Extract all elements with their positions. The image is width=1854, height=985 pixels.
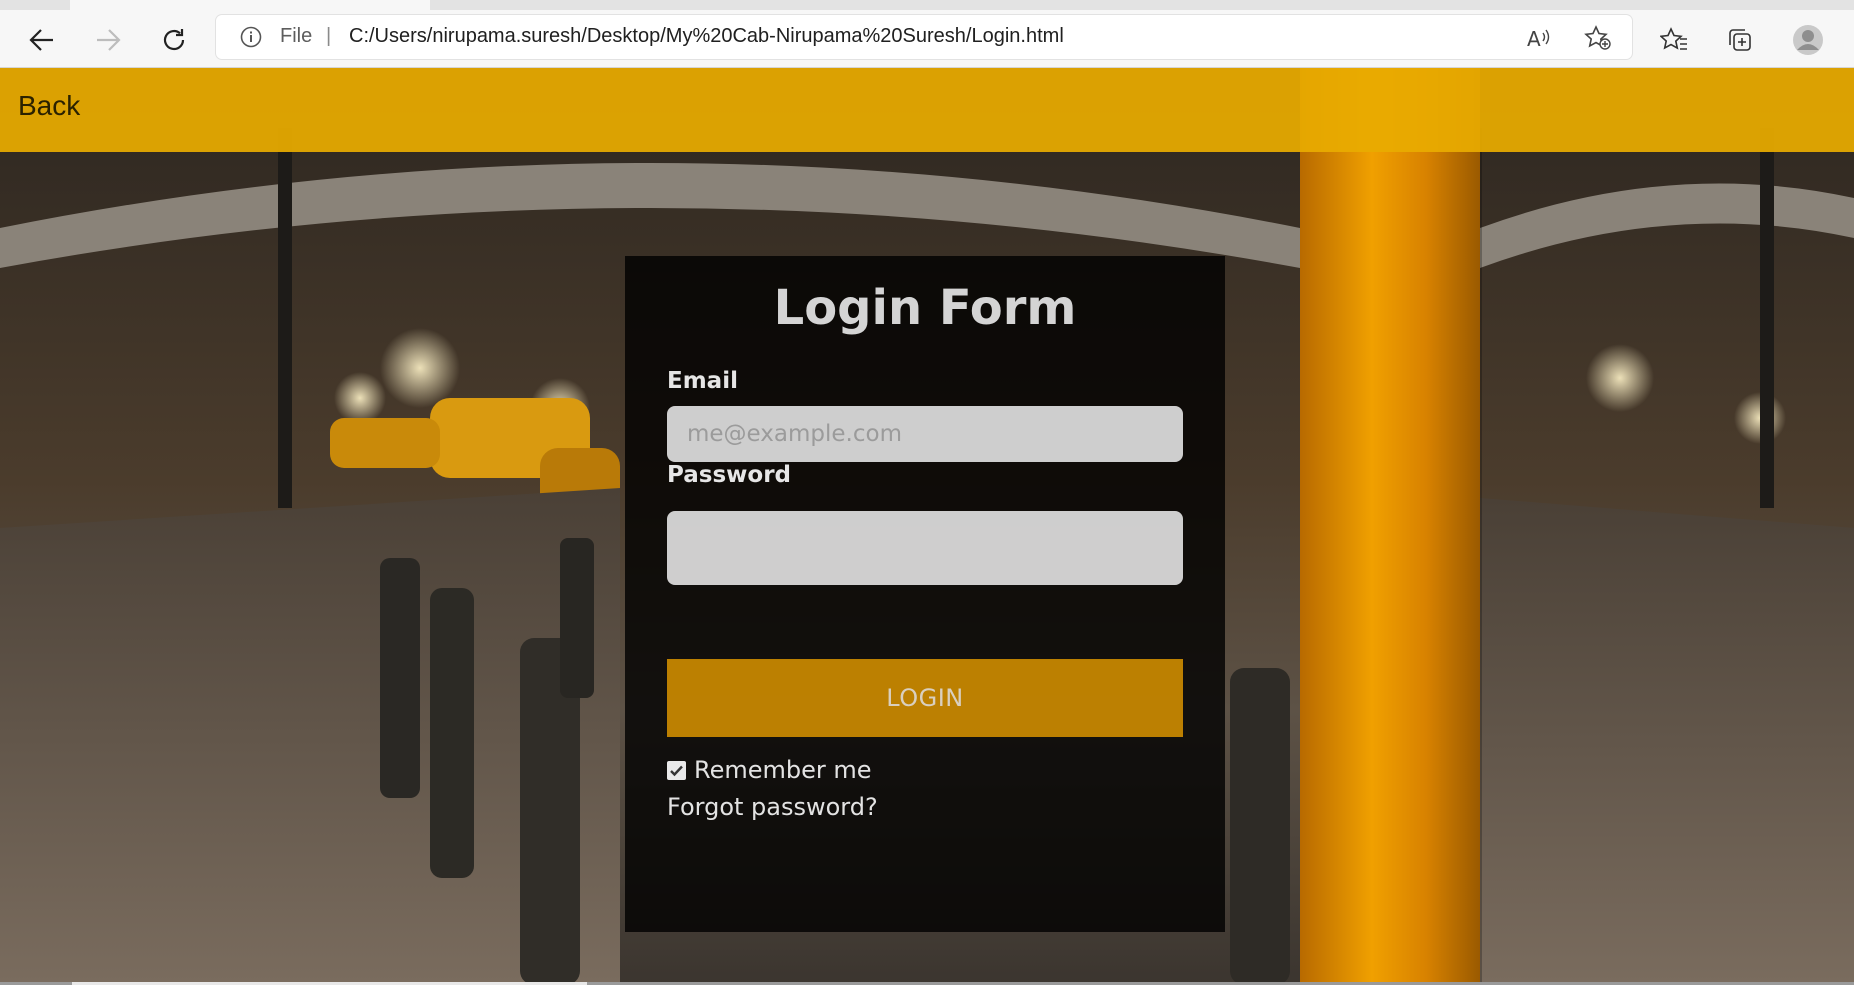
- remember-me-row[interactable]: Remember me: [667, 756, 872, 784]
- email-input[interactable]: me@example.com: [667, 406, 1183, 462]
- profile-avatar-icon[interactable]: [1790, 22, 1826, 58]
- favorites-icon[interactable]: [1656, 22, 1692, 58]
- info-icon[interactable]: [240, 26, 262, 48]
- collections-icon[interactable]: [1722, 22, 1758, 58]
- svg-text:A: A: [1527, 27, 1541, 51]
- tab-strip: [0, 0, 1854, 10]
- login-form-panel: Login Form Email me@example.com Password…: [625, 256, 1225, 932]
- back-link[interactable]: Back: [18, 90, 80, 122]
- checkmark-icon: [670, 765, 683, 776]
- add-favorite-icon[interactable]: [1584, 24, 1612, 52]
- login-form-title: Login Form: [773, 280, 1077, 336]
- email-placeholder: me@example.com: [687, 421, 902, 447]
- email-label: Email: [667, 368, 738, 394]
- back-arrow-icon[interactable]: [24, 22, 60, 58]
- refresh-icon[interactable]: [156, 22, 192, 58]
- top-header-bar: Back: [0, 68, 1854, 152]
- browser-toolbar: File | C:/Users/nirupama.suresh/Desktop/…: [0, 10, 1854, 68]
- password-input[interactable]: [667, 511, 1183, 585]
- page-viewport: Back Login Form Email me@example.com Pas…: [0, 68, 1854, 985]
- remember-me-checkbox[interactable]: [667, 760, 686, 780]
- password-label: Password: [667, 462, 791, 488]
- forgot-password-link[interactable]: Forgot password?: [667, 793, 878, 821]
- address-bar[interactable]: File | C:/Users/nirupama.suresh/Desktop/…: [216, 15, 1632, 59]
- remember-me-label: Remember me: [694, 756, 872, 784]
- login-button-label: LOGIN: [886, 684, 964, 712]
- address-separator: |: [326, 25, 332, 47]
- active-tab[interactable]: [70, 0, 430, 10]
- url-text[interactable]: C:/Users/nirupama.suresh/Desktop/My%20Ca…: [349, 25, 1064, 48]
- forward-arrow-icon: [90, 22, 126, 58]
- read-aloud-icon[interactable]: A: [1526, 25, 1552, 51]
- login-button[interactable]: LOGIN: [667, 659, 1183, 737]
- file-label: File: [280, 25, 313, 47]
